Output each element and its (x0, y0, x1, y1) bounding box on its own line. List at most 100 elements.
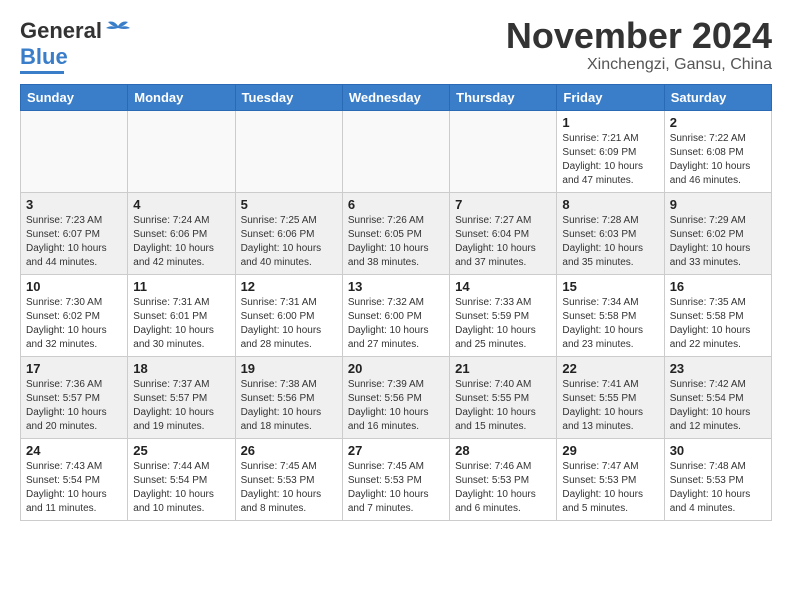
day-number: 1 (562, 115, 658, 130)
day-info: Sunrise: 7:27 AM Sunset: 6:04 PM Dayligh… (455, 214, 551, 270)
calendar-cell (342, 111, 449, 193)
calendar-cell (235, 111, 342, 193)
day-number: 14 (455, 279, 551, 294)
day-number: 11 (133, 279, 229, 294)
day-number: 30 (670, 443, 766, 458)
calendar-week-row-5: 24 Sunrise: 7:43 AM Sunset: 5:54 PM Dayli… (21, 439, 772, 521)
day-number: 28 (455, 443, 551, 458)
day-info: Sunrise: 7:30 AM Sunset: 6:02 PM Dayligh… (26, 296, 122, 352)
day-info: Sunrise: 7:48 AM Sunset: 5:53 PM Dayligh… (670, 460, 766, 516)
location-subtitle: Xinchengzi, Gansu, China (506, 56, 772, 74)
day-number: 7 (455, 197, 551, 212)
calendar-cell: 9 Sunrise: 7:29 AM Sunset: 6:02 PM Daylig… (664, 193, 771, 275)
calendar-week-row-1: 1 Sunrise: 7:21 AM Sunset: 6:09 PM Daylig… (21, 111, 772, 193)
calendar-table: Sunday Monday Tuesday Wednesday Thursday… (20, 84, 772, 521)
day-number: 5 (241, 197, 337, 212)
calendar-cell: 15 Sunrise: 7:34 AM Sunset: 5:58 PM Dayli… (557, 275, 664, 357)
day-info: Sunrise: 7:23 AM Sunset: 6:07 PM Dayligh… (26, 214, 122, 270)
logo-blue: Blue (20, 44, 68, 70)
calendar-cell: 1 Sunrise: 7:21 AM Sunset: 6:09 PM Daylig… (557, 111, 664, 193)
col-tuesday: Tuesday (235, 85, 342, 111)
calendar-cell (21, 111, 128, 193)
day-info: Sunrise: 7:40 AM Sunset: 5:55 PM Dayligh… (455, 378, 551, 434)
day-number: 25 (133, 443, 229, 458)
day-number: 15 (562, 279, 658, 294)
day-number: 21 (455, 361, 551, 376)
calendar-cell: 28 Sunrise: 7:46 AM Sunset: 5:53 PM Dayli… (450, 439, 557, 521)
calendar-week-row-3: 10 Sunrise: 7:30 AM Sunset: 6:02 PM Dayli… (21, 275, 772, 357)
day-number: 13 (348, 279, 444, 294)
logo-bird-icon (102, 16, 132, 46)
month-title: November 2024 (506, 16, 772, 56)
calendar-cell: 2 Sunrise: 7:22 AM Sunset: 6:08 PM Daylig… (664, 111, 771, 193)
calendar-cell: 27Sunrise: 7:45 AM Sunset: 5:53 PM Dayli… (342, 439, 449, 521)
calendar-week-row-2: 3Sunrise: 7:23 AM Sunset: 6:07 PM Daylig… (21, 193, 772, 275)
calendar-cell: 18Sunrise: 7:37 AM Sunset: 5:57 PM Dayli… (128, 357, 235, 439)
day-info: Sunrise: 7:22 AM Sunset: 6:08 PM Dayligh… (670, 132, 766, 188)
col-saturday: Saturday (664, 85, 771, 111)
day-info: Sunrise: 7:45 AM Sunset: 5:53 PM Dayligh… (348, 460, 444, 516)
calendar-cell (450, 111, 557, 193)
day-info: Sunrise: 7:42 AM Sunset: 5:54 PM Dayligh… (670, 378, 766, 434)
calendar-cell: 21 Sunrise: 7:40 AM Sunset: 5:55 PM Dayli… (450, 357, 557, 439)
header: General Blue November 20 (20, 16, 772, 74)
day-info: Sunrise: 7:37 AM Sunset: 5:57 PM Dayligh… (133, 378, 229, 434)
calendar-cell: 17 Sunrise: 7:36 AM Sunset: 5:57 PM Dayli… (21, 357, 128, 439)
logo-general: General (20, 18, 102, 44)
day-info: Sunrise: 7:35 AM Sunset: 5:58 PM Dayligh… (670, 296, 766, 352)
day-info: Sunrise: 7:21 AM Sunset: 6:09 PM Dayligh… (562, 132, 658, 188)
day-info: Sunrise: 7:43 AM Sunset: 5:54 PM Dayligh… (26, 460, 122, 516)
col-monday: Monday (128, 85, 235, 111)
calendar-cell: 20Sunrise: 7:39 AM Sunset: 5:56 PM Dayli… (342, 357, 449, 439)
day-info: Sunrise: 7:39 AM Sunset: 5:56 PM Dayligh… (348, 378, 444, 434)
day-info: Sunrise: 7:46 AM Sunset: 5:53 PM Dayligh… (455, 460, 551, 516)
day-number: 10 (26, 279, 122, 294)
calendar-cell: 24 Sunrise: 7:43 AM Sunset: 5:54 PM Dayli… (21, 439, 128, 521)
day-number: 26 (241, 443, 337, 458)
day-number: 29 (562, 443, 658, 458)
calendar-cell: 30 Sunrise: 7:48 AM Sunset: 5:53 PM Dayli… (664, 439, 771, 521)
calendar-cell: 14 Sunrise: 7:33 AM Sunset: 5:59 PM Dayli… (450, 275, 557, 357)
col-wednesday: Wednesday (342, 85, 449, 111)
calendar-header-row: Sunday Monday Tuesday Wednesday Thursday… (21, 85, 772, 111)
day-info: Sunrise: 7:36 AM Sunset: 5:57 PM Dayligh… (26, 378, 122, 434)
calendar-week-row-4: 17 Sunrise: 7:36 AM Sunset: 5:57 PM Dayli… (21, 357, 772, 439)
day-number: 17 (26, 361, 122, 376)
calendar-cell: 4 Sunrise: 7:24 AM Sunset: 6:06 PM Daylig… (128, 193, 235, 275)
calendar-cell: 6Sunrise: 7:26 AM Sunset: 6:05 PM Daylig… (342, 193, 449, 275)
day-info: Sunrise: 7:25 AM Sunset: 6:06 PM Dayligh… (241, 214, 337, 270)
day-number: 24 (26, 443, 122, 458)
day-number: 23 (670, 361, 766, 376)
calendar-cell: 11Sunrise: 7:31 AM Sunset: 6:01 PM Dayli… (128, 275, 235, 357)
calendar-cell: 29Sunrise: 7:47 AM Sunset: 5:53 PM Dayli… (557, 439, 664, 521)
day-info: Sunrise: 7:32 AM Sunset: 6:00 PM Dayligh… (348, 296, 444, 352)
logo: General Blue (20, 16, 132, 74)
calendar-cell: 26Sunrise: 7:45 AM Sunset: 5:53 PM Dayli… (235, 439, 342, 521)
day-number: 22 (562, 361, 658, 376)
day-info: Sunrise: 7:33 AM Sunset: 5:59 PM Dayligh… (455, 296, 551, 352)
title-block: November 2024 Xinchengzi, Gansu, China (506, 16, 772, 74)
day-info: Sunrise: 7:38 AM Sunset: 5:56 PM Dayligh… (241, 378, 337, 434)
day-number: 16 (670, 279, 766, 294)
calendar-cell: 23 Sunrise: 7:42 AM Sunset: 5:54 PM Dayli… (664, 357, 771, 439)
calendar-cell: 7 Sunrise: 7:27 AM Sunset: 6:04 PM Daylig… (450, 193, 557, 275)
day-info: Sunrise: 7:31 AM Sunset: 6:00 PM Dayligh… (241, 296, 337, 352)
day-info: Sunrise: 7:34 AM Sunset: 5:58 PM Dayligh… (562, 296, 658, 352)
day-number: 4 (133, 197, 229, 212)
day-number: 19 (241, 361, 337, 376)
calendar-cell: 5 Sunrise: 7:25 AM Sunset: 6:06 PM Daylig… (235, 193, 342, 275)
calendar-cell: 8Sunrise: 7:28 AM Sunset: 6:03 PM Daylig… (557, 193, 664, 275)
calendar-cell: 25Sunrise: 7:44 AM Sunset: 5:54 PM Dayli… (128, 439, 235, 521)
logo-underline (20, 71, 64, 74)
calendar-cell: 13 Sunrise: 7:32 AM Sunset: 6:00 PM Dayli… (342, 275, 449, 357)
day-info: Sunrise: 7:24 AM Sunset: 6:06 PM Dayligh… (133, 214, 229, 270)
day-number: 2 (670, 115, 766, 130)
day-number: 8 (562, 197, 658, 212)
day-info: Sunrise: 7:29 AM Sunset: 6:02 PM Dayligh… (670, 214, 766, 270)
calendar-cell: 19 Sunrise: 7:38 AM Sunset: 5:56 PM Dayli… (235, 357, 342, 439)
day-number: 9 (670, 197, 766, 212)
col-sunday: Sunday (21, 85, 128, 111)
day-info: Sunrise: 7:41 AM Sunset: 5:55 PM Dayligh… (562, 378, 658, 434)
calendar-cell: 3Sunrise: 7:23 AM Sunset: 6:07 PM Daylig… (21, 193, 128, 275)
day-number: 12 (241, 279, 337, 294)
